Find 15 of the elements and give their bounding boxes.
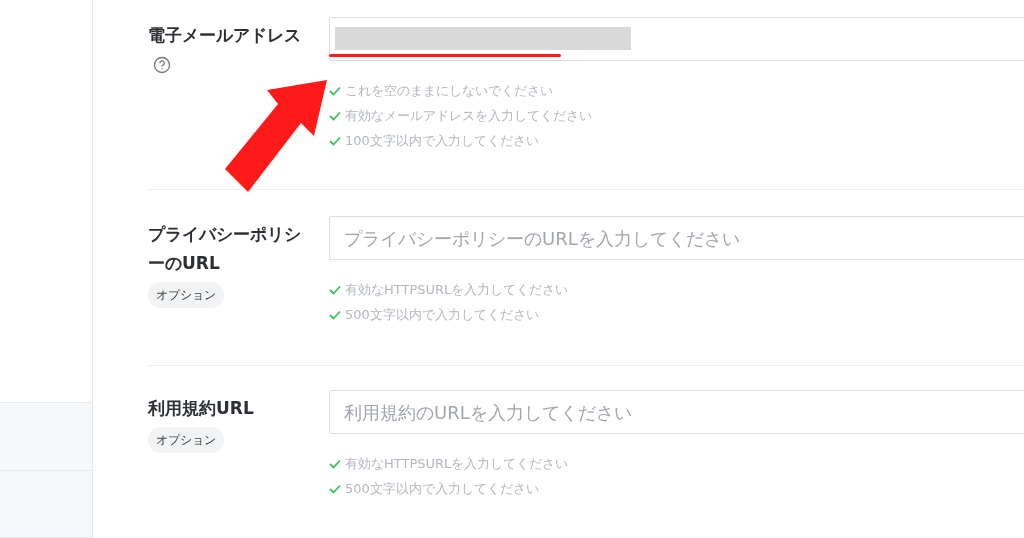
field-label: 電子メールアドレス [148, 24, 302, 47]
validation-rule: 500文字以内で入力してください [345, 305, 539, 324]
optional-badge: オプション [148, 281, 224, 308]
help-icon[interactable] [153, 56, 171, 74]
field-label: プライバシーポリシーのURL [148, 223, 302, 275]
validation-rule: 100文字以内で入力してください [345, 131, 539, 150]
validation-rule: 有効なHTTPSURLを入力してください [345, 454, 569, 473]
validation-rule: 有効なHTTPSURLを入力してください [345, 280, 569, 299]
validation-rule: これを空のままにしないでください [345, 81, 553, 100]
validation-rule: 500文字以内で入力してください [345, 479, 539, 498]
optional-badge: オプション [148, 426, 224, 453]
field-label: 利用規約URL [148, 397, 255, 420]
text-field[interactable]: 利用規約のURLを入力してください [329, 390, 1024, 434]
text-field[interactable]: プライバシーポリシーのURLを入力してください [329, 216, 1024, 260]
validation-rule: 有効なメールアドレスを入力してください [345, 106, 592, 125]
